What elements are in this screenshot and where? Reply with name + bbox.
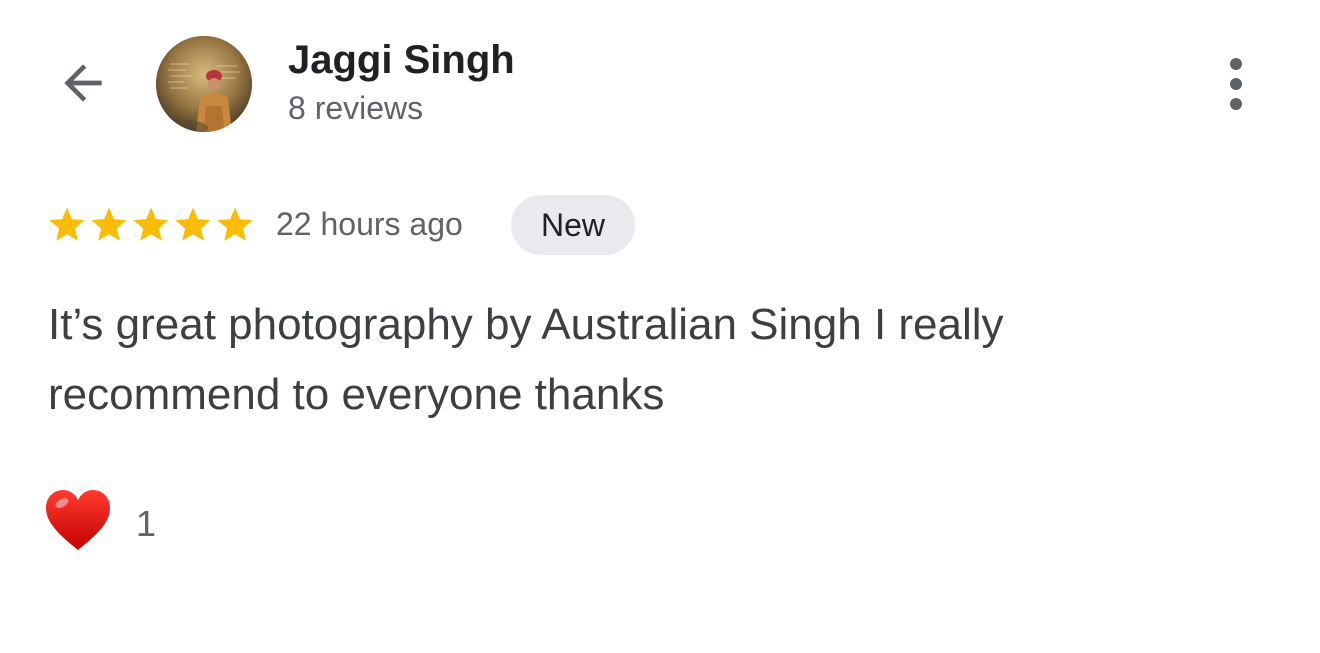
profile-photo <box>156 36 252 132</box>
star-icon <box>133 207 169 241</box>
review-text: It’s great photography by Australian Sin… <box>48 300 1004 419</box>
star-rating <box>46 204 256 246</box>
reaction-button[interactable]: 1 <box>44 488 156 559</box>
more-vert-icon <box>1230 58 1242 70</box>
author-name[interactable]: Jaggi Singh <box>288 38 515 83</box>
new-badge: New <box>511 195 635 255</box>
more-options-button[interactable] <box>1206 52 1266 116</box>
star-icon <box>175 207 211 241</box>
star-icon <box>91 207 127 241</box>
avatar[interactable] <box>156 36 252 132</box>
arrow-back-icon <box>55 55 111 116</box>
reaction-count: 1 <box>136 502 157 544</box>
back-button[interactable] <box>50 52 116 118</box>
star-icon <box>49 207 85 241</box>
review-time: 22 hours ago <box>276 206 463 242</box>
review-count: 8 reviews <box>288 90 424 126</box>
star-icon <box>217 207 253 241</box>
red-heart-icon <box>44 488 112 559</box>
